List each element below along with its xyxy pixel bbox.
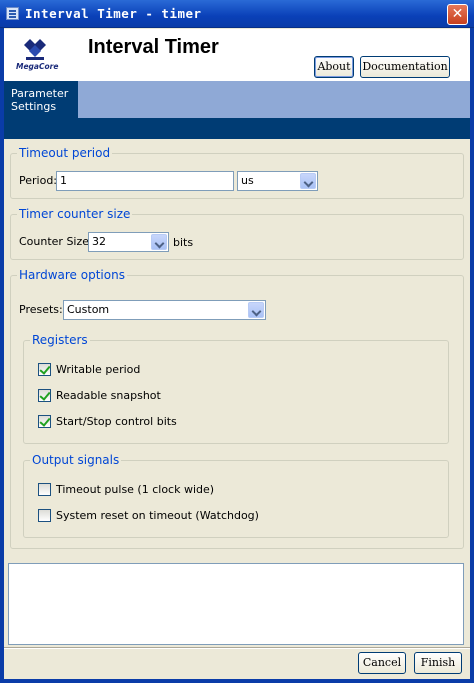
start-stop-control-bits-label: Start/Stop control bits bbox=[56, 415, 177, 428]
counter-size-unit: bits bbox=[173, 236, 194, 249]
writable-period-label: Writable period bbox=[56, 363, 141, 376]
period-unit-value: us bbox=[241, 174, 254, 187]
timeout-period-group: Timeout period Period: 1 us bbox=[10, 146, 464, 199]
window-title-bar[interactable]: Interval Timer - timer ✕ bbox=[0, 0, 474, 28]
presets-label: Presets: bbox=[19, 303, 63, 316]
message-panel[interactable] bbox=[8, 563, 464, 645]
timer-counter-size-group: Timer counter size Counter Size: 32 bits bbox=[10, 207, 464, 260]
readable-snapshot-label: Readable snapshot bbox=[56, 389, 161, 402]
tab-parameter-settings-label: Parameter Settings bbox=[11, 87, 69, 113]
system-reset-checkbox[interactable] bbox=[38, 509, 51, 522]
app-icon bbox=[6, 7, 19, 20]
megacore-logo: MegaCore bbox=[16, 37, 60, 75]
timeout-period-legend: Timeout period bbox=[17, 146, 113, 160]
page-title: Interval Timer bbox=[88, 36, 219, 58]
counter-size-label: Counter Size: bbox=[19, 235, 93, 248]
start-stop-control-bits-checkbox-row[interactable]: Start/Stop control bits bbox=[38, 414, 288, 430]
counter-size-select[interactable]: 32 bbox=[88, 232, 169, 252]
counter-size-value: 32 bbox=[92, 235, 106, 248]
window-border-bottom bbox=[0, 679, 474, 683]
writable-period-checkbox-row[interactable]: Writable period bbox=[38, 362, 288, 378]
parameter-settings-panel: Timeout period Period: 1 us Timer counte… bbox=[4, 139, 470, 559]
documentation-button[interactable]: Documentation bbox=[360, 56, 450, 78]
about-button-label: About bbox=[317, 60, 351, 73]
presets-value: Custom bbox=[67, 303, 110, 316]
cancel-button-label: Cancel bbox=[362, 656, 402, 669]
timer-counter-size-legend: Timer counter size bbox=[17, 207, 133, 221]
about-button[interactable]: About bbox=[314, 56, 354, 78]
chevron-down-icon[interactable] bbox=[300, 173, 316, 189]
documentation-button-label: Documentation bbox=[362, 60, 448, 73]
header-panel: MegaCore Interval Timer About Documentat… bbox=[4, 29, 470, 81]
window-border-right bbox=[470, 28, 474, 683]
finish-button-label: Finish bbox=[420, 656, 456, 669]
registers-group: Registers Writable period Readable snaps… bbox=[23, 333, 449, 444]
readable-snapshot-checkbox[interactable] bbox=[38, 389, 51, 402]
logo-text: MegaCore bbox=[16, 62, 59, 71]
hardware-options-legend: Hardware options bbox=[17, 268, 127, 282]
chevron-down-icon[interactable] bbox=[248, 302, 264, 318]
start-stop-control-bits-checkbox[interactable] bbox=[38, 415, 51, 428]
writable-period-checkbox[interactable] bbox=[38, 363, 51, 376]
output-signals-group: Output signals Timeout pulse (1 clock wi… bbox=[23, 453, 449, 538]
hardware-options-group: Hardware options Presets: Custom Registe… bbox=[10, 268, 464, 549]
readable-snapshot-checkbox-row[interactable]: Readable snapshot bbox=[38, 388, 288, 404]
period-unit-select[interactable]: us bbox=[237, 171, 318, 191]
system-reset-label: System reset on timeout (Watchdog) bbox=[56, 509, 259, 522]
footer-separator bbox=[4, 647, 470, 649]
close-button[interactable]: ✕ bbox=[447, 4, 468, 25]
tab-parameter-settings[interactable]: Parameter Settings bbox=[4, 81, 78, 139]
system-reset-checkbox-row[interactable]: System reset on timeout (Watchdog) bbox=[38, 508, 338, 524]
megacore-logo-icon bbox=[24, 39, 46, 60]
registers-legend: Registers bbox=[30, 333, 90, 347]
timeout-pulse-checkbox-row[interactable]: Timeout pulse (1 clock wide) bbox=[38, 482, 338, 498]
cancel-button[interactable]: Cancel bbox=[358, 652, 406, 674]
period-input[interactable]: 1 bbox=[56, 171, 234, 191]
chevron-down-icon[interactable] bbox=[151, 234, 167, 250]
close-icon: ✕ bbox=[451, 6, 464, 22]
output-signals-legend: Output signals bbox=[30, 453, 122, 467]
timeout-pulse-label: Timeout pulse (1 clock wide) bbox=[56, 483, 215, 496]
timeout-pulse-checkbox[interactable] bbox=[38, 483, 51, 496]
period-label: Period: bbox=[19, 174, 58, 187]
presets-select[interactable]: Custom bbox=[63, 300, 266, 320]
window-title: Interval Timer - timer bbox=[25, 6, 202, 21]
tab-strip: Parameter Settings bbox=[4, 81, 470, 139]
finish-button[interactable]: Finish bbox=[414, 652, 462, 674]
